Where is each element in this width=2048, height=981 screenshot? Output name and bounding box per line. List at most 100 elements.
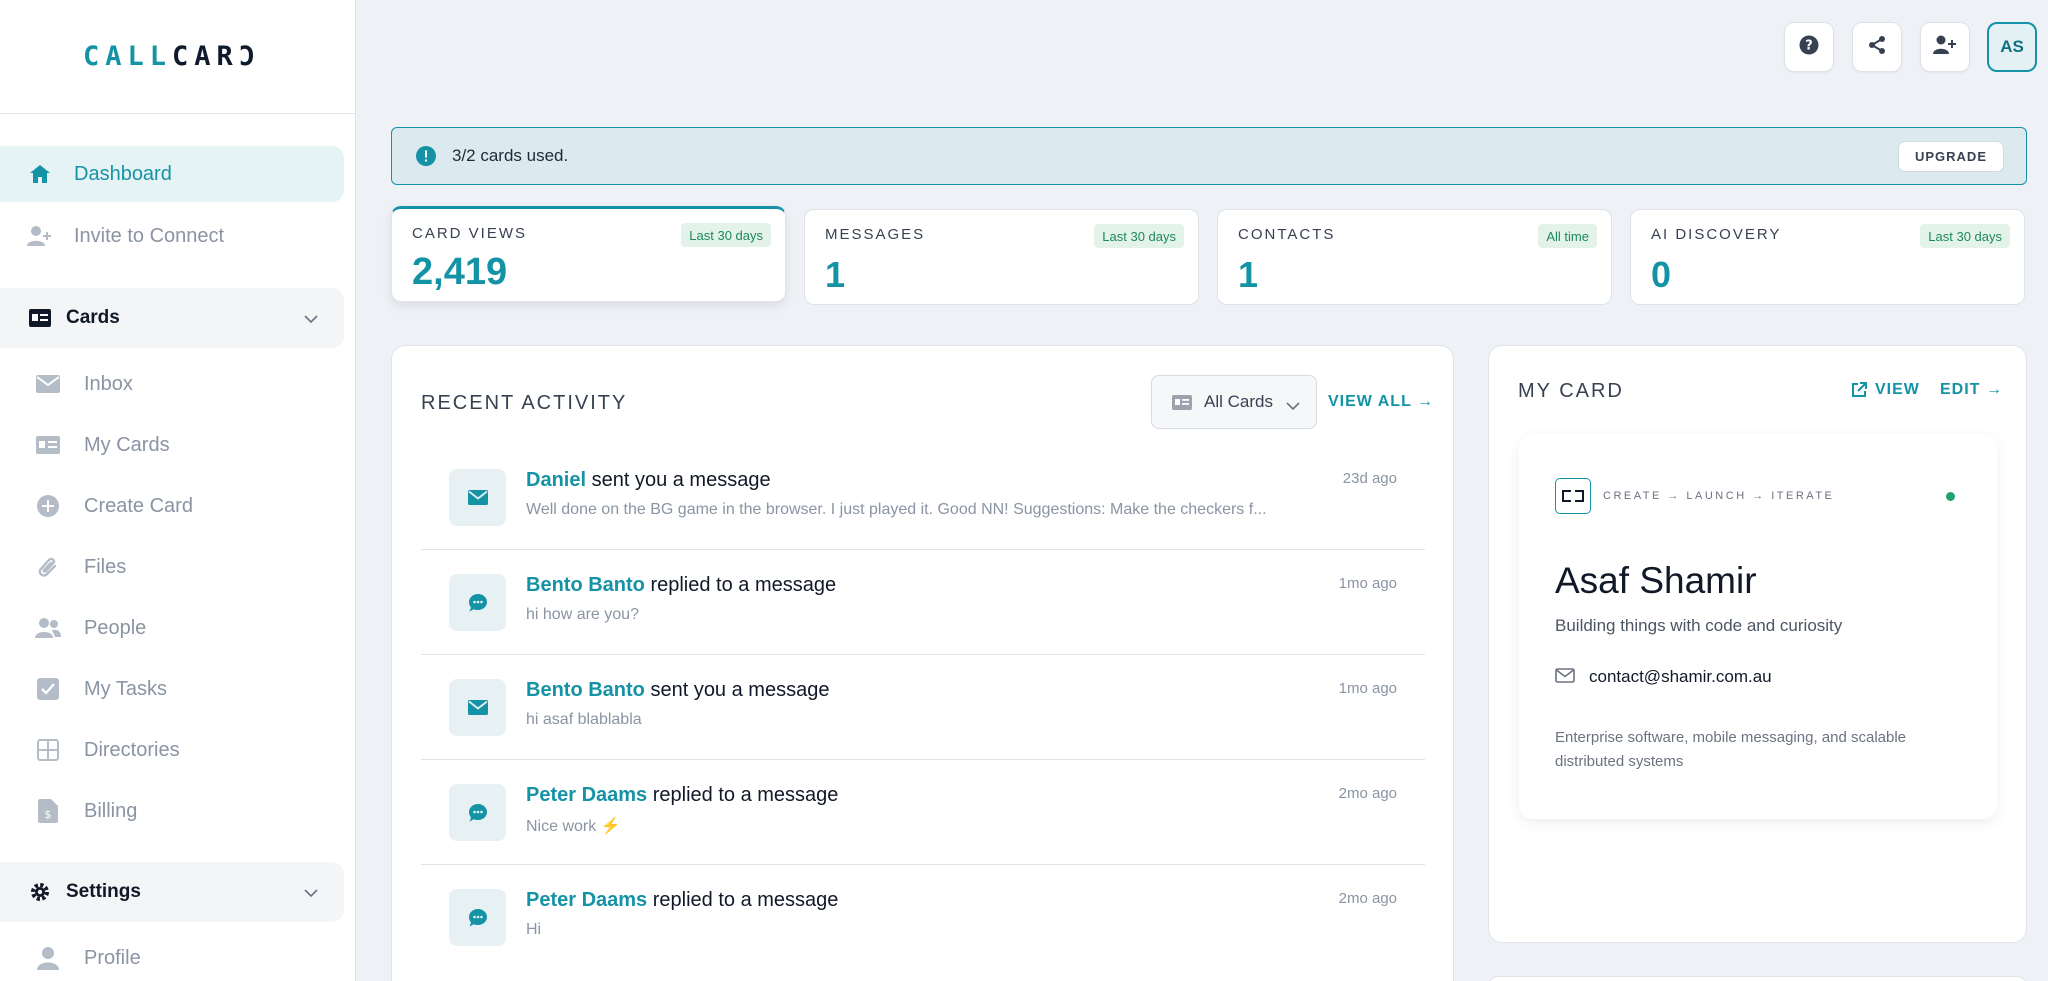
panel-title: RECENT ACTIVITY — [421, 392, 628, 414]
sidebar-item-people[interactable]: People — [0, 600, 344, 656]
external-link-icon — [1851, 382, 1867, 398]
sidebar-item-label: Invite to Connect — [74, 224, 225, 247]
card-email[interactable]: contact@shamir.com.au — [1589, 667, 1772, 687]
activity-preview: Well done on the BG game in the browser.… — [526, 501, 1267, 518]
activity-item[interactable]: Bento Banto sent you a message hi asaf b… — [421, 656, 1425, 760]
sidebar-item-billing[interactable]: $ Billing — [0, 783, 344, 839]
online-status-dot — [1946, 492, 1955, 501]
stat-value: 2,419 — [412, 251, 508, 293]
sidebar-item-create-card[interactable]: Create Card — [0, 478, 344, 534]
card-filter-select[interactable]: All Cards — [1151, 375, 1317, 429]
help-button[interactable]: ? — [1784, 22, 1834, 72]
sidebar-item-files[interactable]: Files — [0, 539, 344, 595]
stat-value: 0 — [1651, 254, 1672, 295]
stat-badge: Last 30 days — [1094, 224, 1184, 248]
edit-card-link[interactable]: EDIT → — [1940, 381, 2003, 399]
view-card-link[interactable]: VIEW — [1851, 381, 1920, 399]
stat-card-views[interactable]: CARD VIEWS Last 30 days 2,419 — [391, 206, 786, 302]
envelope-icon — [1555, 668, 1575, 683]
id-card-icon — [26, 304, 54, 332]
stat-label: CARD VIEWS — [412, 225, 528, 242]
activity-preview: hi how are you? — [526, 606, 639, 623]
help-icon: ? — [1799, 35, 1819, 60]
usage-alert: 3/2 cards used. UPGRADE — [391, 127, 2027, 185]
activity-title: Peter Daams replied to a message — [526, 889, 839, 911]
user-plus-icon — [26, 222, 54, 250]
chat-icon — [449, 574, 506, 631]
share-icon — [1867, 35, 1887, 60]
upgrade-button[interactable]: UPGRADE — [1897, 141, 2004, 172]
activity-item[interactable]: Peter Daams replied to a message Nice wo… — [421, 761, 1425, 865]
activity-time: 1mo ago — [1338, 680, 1397, 697]
activity-time: 23d ago — [1342, 470, 1397, 487]
sidebar-item-inbox[interactable]: Inbox — [0, 356, 344, 412]
activity-time: 1mo ago — [1338, 575, 1397, 592]
sidebar-item-dashboard[interactable]: Dashboard — [0, 146, 344, 202]
user-icon — [34, 944, 62, 972]
chevron-down-icon — [304, 882, 318, 904]
business-card-preview[interactable]: CREATE → LAUNCH → ITERATE Asaf Shamir Bu… — [1519, 434, 1997, 819]
activity-title: Peter Daams replied to a message — [526, 784, 839, 806]
invoice-icon: $ — [34, 797, 62, 825]
activity-item[interactable]: Bento Banto replied to a message hi how … — [421, 551, 1425, 655]
stat-messages[interactable]: MESSAGES Last 30 days 1 — [804, 209, 1199, 305]
stat-contacts[interactable]: CONTACTS All time 1 — [1217, 209, 1612, 305]
sidebar-section-cards[interactable]: Cards — [0, 288, 344, 348]
gear-icon — [26, 878, 54, 906]
stat-ai-discovery[interactable]: AI DISCOVERY Last 30 days 0 — [1630, 209, 2025, 305]
sidebar-item-label: Dashboard — [74, 162, 172, 185]
activity-title: Bento Banto replied to a message — [526, 574, 837, 596]
add-user-icon — [1933, 35, 1957, 60]
card-logo — [1555, 478, 1591, 514]
sidebar-section-settings[interactable]: Settings — [0, 862, 344, 922]
stat-value: 1 — [825, 254, 846, 295]
sidebar-item-my-cards[interactable]: My Cards — [0, 417, 344, 473]
activity-item[interactable]: Peter Daams replied to a message Hi 2mo … — [421, 866, 1425, 970]
logo[interactable]: CALLCARƆ — [0, 0, 355, 114]
chevron-down-icon — [304, 308, 318, 330]
activity-title: Daniel sent you a message — [526, 469, 771, 491]
activity-preview: Hi — [526, 921, 542, 938]
envelope-icon — [449, 469, 506, 526]
sidebar: CALLCARƆ Dashboard Invite to Connect Car… — [0, 0, 356, 981]
stat-badge: Last 30 days — [681, 223, 771, 247]
activity-title: Bento Banto sent you a message — [526, 679, 830, 701]
share-button[interactable] — [1852, 22, 1902, 72]
activity-time: 2mo ago — [1338, 890, 1397, 907]
plus-circle-icon — [34, 492, 62, 520]
sidebar-item-profile[interactable]: Profile — [0, 930, 344, 981]
stat-value: 1 — [1238, 254, 1259, 295]
stat-label: CONTACTS — [1238, 226, 1336, 243]
stat-badge: Last 30 days — [1920, 224, 2010, 248]
svg-text:$: $ — [45, 808, 52, 821]
logo-text: CALLCARƆ — [83, 41, 262, 72]
activity-preview: Nice work ⚡ — [526, 818, 621, 835]
my-card-panel: MY CARD VIEW EDIT → CREATE → LAUNCH → IT… — [1488, 345, 2027, 943]
next-panel-edge — [1488, 976, 2027, 981]
sidebar-item-invite[interactable]: Invite to Connect — [0, 208, 344, 264]
view-all-link[interactable]: VIEW ALL → — [1328, 393, 1434, 411]
sidebar-item-directories[interactable]: Directories — [0, 722, 344, 778]
add-user-button[interactable] — [1920, 22, 1970, 72]
card-name: Asaf Shamir — [1555, 560, 1757, 601]
envelope-icon — [449, 679, 506, 736]
activity-preview: hi asaf blablabla — [526, 711, 642, 728]
id-card-icon — [1172, 394, 1192, 410]
card-tagline: CREATE → LAUNCH → ITERATE — [1603, 490, 1835, 502]
alert-icon — [416, 146, 436, 166]
paperclip-icon — [34, 553, 62, 581]
id-card-icon — [34, 431, 62, 459]
recent-activity-panel: RECENT ACTIVITY All Cards VIEW ALL → Dan… — [391, 345, 1454, 981]
card-role: Building things with code and curiosity — [1555, 616, 1843, 635]
panel-title: MY CARD — [1518, 380, 1624, 402]
stat-badge: All time — [1538, 224, 1597, 248]
stat-label: AI DISCOVERY — [1651, 226, 1782, 243]
activity-item[interactable]: Daniel sent you a message Well done on t… — [421, 446, 1425, 550]
grid-icon — [34, 736, 62, 764]
stat-label: MESSAGES — [825, 226, 926, 243]
avatar[interactable]: AS — [1987, 22, 2037, 72]
envelope-icon — [34, 370, 62, 398]
chevron-down-icon — [1286, 396, 1300, 416]
checkbox-icon — [34, 675, 62, 703]
sidebar-item-my-tasks[interactable]: My Tasks — [0, 661, 344, 717]
